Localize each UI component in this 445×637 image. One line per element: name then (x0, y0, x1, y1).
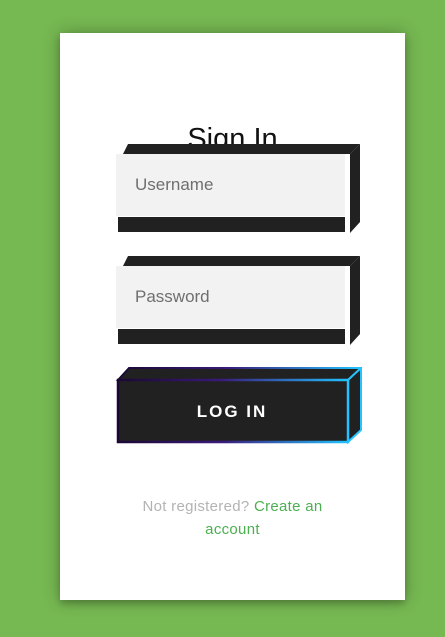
login-button-block: LOG IN (116, 367, 362, 445)
login-button[interactable]: LOG IN (118, 382, 346, 442)
password-input[interactable] (116, 266, 345, 328)
register-message: Not registered? Create an account (130, 495, 335, 541)
login-card: Sign In Username LOG IN Not registered? … (60, 33, 405, 600)
username-field-block (116, 144, 361, 234)
register-prompt-text: Not registered? (142, 498, 250, 515)
username-input[interactable] (116, 154, 345, 216)
password-field-block (116, 256, 361, 346)
